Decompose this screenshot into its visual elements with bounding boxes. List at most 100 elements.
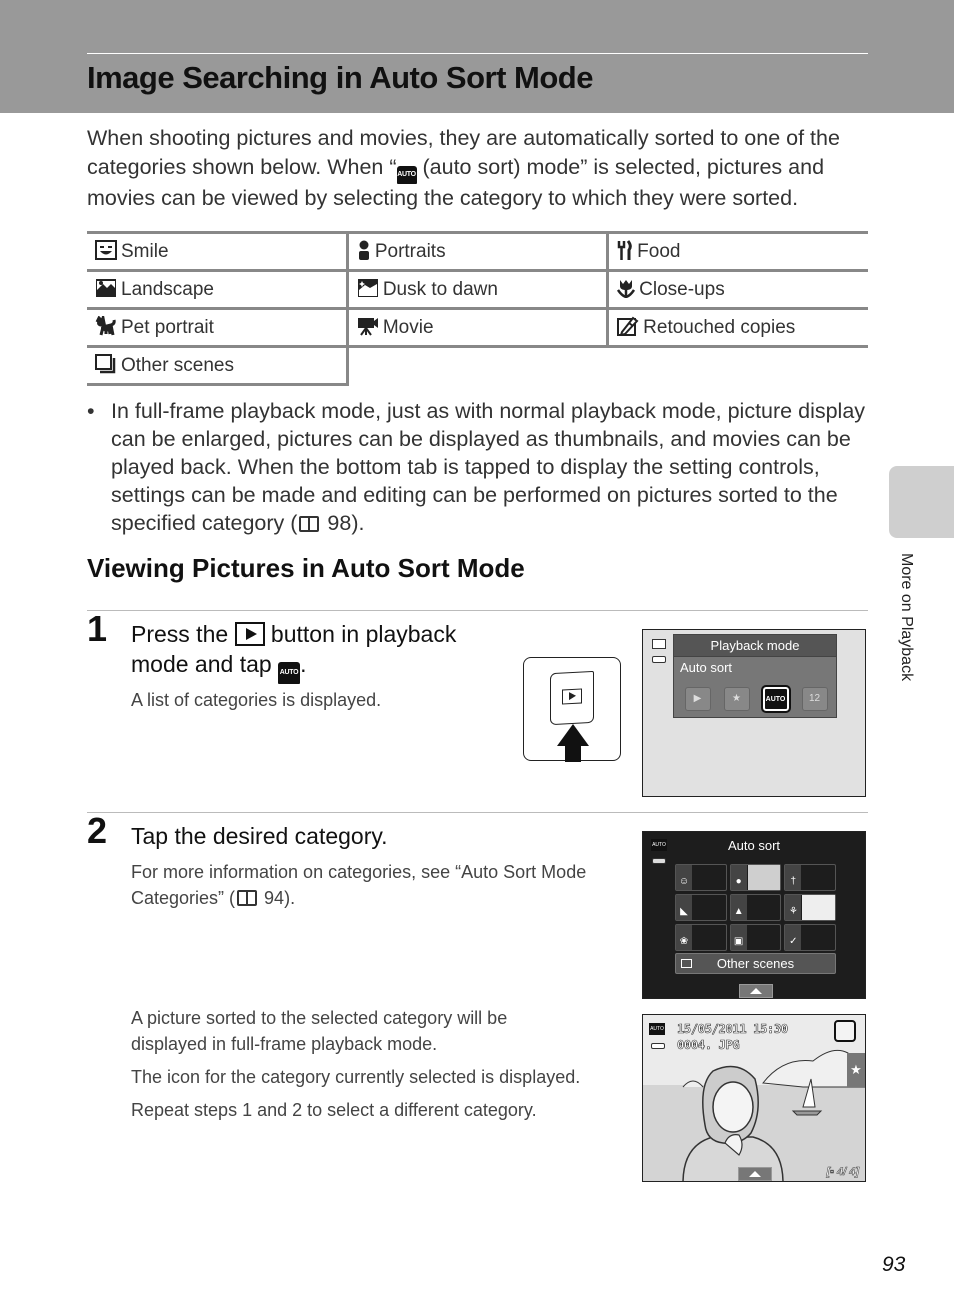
category-label: Movie [382,317,434,338]
pet-portrait-icon: ❀ [676,925,692,950]
category-tile-smile[interactable]: ☺ [675,864,727,891]
category-label: Landscape [121,279,214,300]
category-label: Close-ups [639,279,725,300]
retouched-copies-icon: ✓ [785,925,802,950]
category-tile-landscape[interactable]: ◣ [675,894,727,921]
auto-sort-icon[interactable]: AUTO [760,685,791,713]
step-divider [87,610,868,611]
page-reference-icon [237,890,258,906]
step-title-text: Press the [131,621,235,647]
category-tile-pet-portrait[interactable]: ❀ [675,924,727,951]
portrait-icon: ● [730,865,747,890]
empty-cell [345,346,868,385]
category-cell: Pet portrait [87,307,348,348]
file-name: 0004. JPG [677,1038,740,1053]
landscape-icon: ◣ [676,895,692,920]
step-note: The icon for the category currently sele… [131,1067,581,1087]
screen-title: Auto sort [727,838,781,853]
header-band [0,0,954,113]
other-scenes-button[interactable]: Other scenes [675,953,836,974]
list-by-date-icon[interactable]: 12 [801,687,828,711]
category-tile-portraits[interactable]: ● [729,864,782,891]
menu-title: Playback mode [674,635,836,657]
step-body-text: For more information on categories, see … [131,862,587,908]
battery-icon [652,858,666,864]
category-cell: Other scenes [87,345,348,386]
step-body: For more information on categories, see … [131,859,621,911]
table-row: Other scenes [87,345,868,386]
section-title: Viewing Pictures in Auto Sort Mode [87,553,525,583]
playback-mode-menu: Playback mode Auto sort ▶ ★ AUTO 12 [673,634,837,718]
battery-icon [652,656,666,663]
thumbnail [747,865,781,890]
category-label: Portraits [374,241,446,262]
dusk-to-dawn-icon [357,279,378,297]
step-title: Press the button in playback mode and ta… [131,619,511,684]
playback-mode-icon [652,639,666,649]
page-title: Image Searching in Auto Sort Mode [87,60,593,95]
favorites-star-icon[interactable]: ★ [723,687,750,711]
date-time: 15/05/2011 15:30 [677,1022,789,1037]
category-label: Dusk to dawn [382,279,498,300]
category-label: Pet portrait [121,317,214,338]
play-icon[interactable]: ▶ [684,687,711,711]
bottom-tab-button[interactable] [739,984,773,998]
play-icon [562,688,582,705]
step-note: Repeat steps 1 and 2 to select a differe… [131,1100,537,1120]
camera-screen-playback-menu: Playback mode Auto sort ▶ ★ AUTO 12 [642,629,866,797]
movie-icon: ▣ [730,925,747,950]
chapter-label: More on Playback [898,553,915,682]
step-page-ref[interactable]: 94). [259,888,295,908]
movie-icon [357,318,378,336]
other-scenes-icon [95,354,116,374]
step-title: Tap the desired category. [131,823,388,849]
category-tile-movie[interactable]: ▣ [729,924,782,951]
close-up-icon [617,280,636,298]
category-label: Other scenes [121,355,234,376]
camera-screen-full-frame: AUTO 15/05/2011 15:30 0004. JPG ★ [▫ 4/ … [642,1014,866,1182]
categories-table: Smile Portraits Food Landscape Dusk to d… [87,231,868,386]
category-tile-food[interactable]: † [784,864,836,891]
step-title-text: . [300,651,307,677]
step-divider [87,812,868,813]
auto-sort-icon: AUTO [396,166,417,184]
category-label: Food [637,241,681,262]
portrait-category-icon[interactable] [834,1020,856,1042]
portrait-icon [358,240,369,260]
category-cell: Smile [87,231,348,272]
category-cell: Close-ups [606,269,868,310]
chapter-tab [889,466,954,538]
step-note: A picture sorted to the selected categor… [131,1008,508,1054]
category-cell: Movie [345,307,608,348]
category-cell: Portraits [345,231,608,272]
category-tile-close-ups[interactable]: ⚘ [784,894,836,921]
bullet-page-ref[interactable]: 98). [321,511,364,535]
press-arrow-shaft [565,746,581,762]
category-cell: Retouched copies [606,307,868,348]
thumbnail [802,895,835,920]
smile-icon: ☺ [676,865,692,890]
intro-paragraph: When shooting pictures and movies, they … [87,124,872,213]
page-number: 93 [882,1253,906,1276]
category-grid: ☺ ● † ◣ ▲ ⚘ ❀ ▣ ✓ [675,864,836,951]
category-tile-dusk-to-dawn[interactable]: ▲ [729,894,782,921]
category-cell: Dusk to dawn [345,269,608,310]
table-row: Smile Portraits Food [87,231,868,272]
camera-playback-button-illustration [523,657,621,762]
auto-sort-icon: AUTO [649,1023,665,1035]
press-arrow-icon [557,724,589,746]
camera-screen-auto-sort-categories: AUTO Auto sort ☺ ● † ◣ ▲ ⚘ ❀ ▣ ✓ Other s… [642,831,866,999]
dusk-to-dawn-icon: ▲ [730,895,747,920]
menu-selected-label: Auto sort [680,660,733,675]
step-body: A list of categories is displayed. [131,690,382,710]
food-icon [617,240,632,260]
page-reference-icon [299,516,320,532]
smile-icon [95,240,117,260]
table-row: Pet portrait Movie Retouched copies [87,307,868,348]
bullet-note: In full-frame playback mode, just as wit… [87,397,872,537]
battery-icon [651,1043,665,1049]
bottom-tab-button[interactable] [738,1167,772,1181]
favorites-star-button[interactable]: ★ [847,1053,865,1087]
category-tile-retouched[interactable]: ✓ [784,924,836,951]
playback-button-icon [234,622,265,646]
